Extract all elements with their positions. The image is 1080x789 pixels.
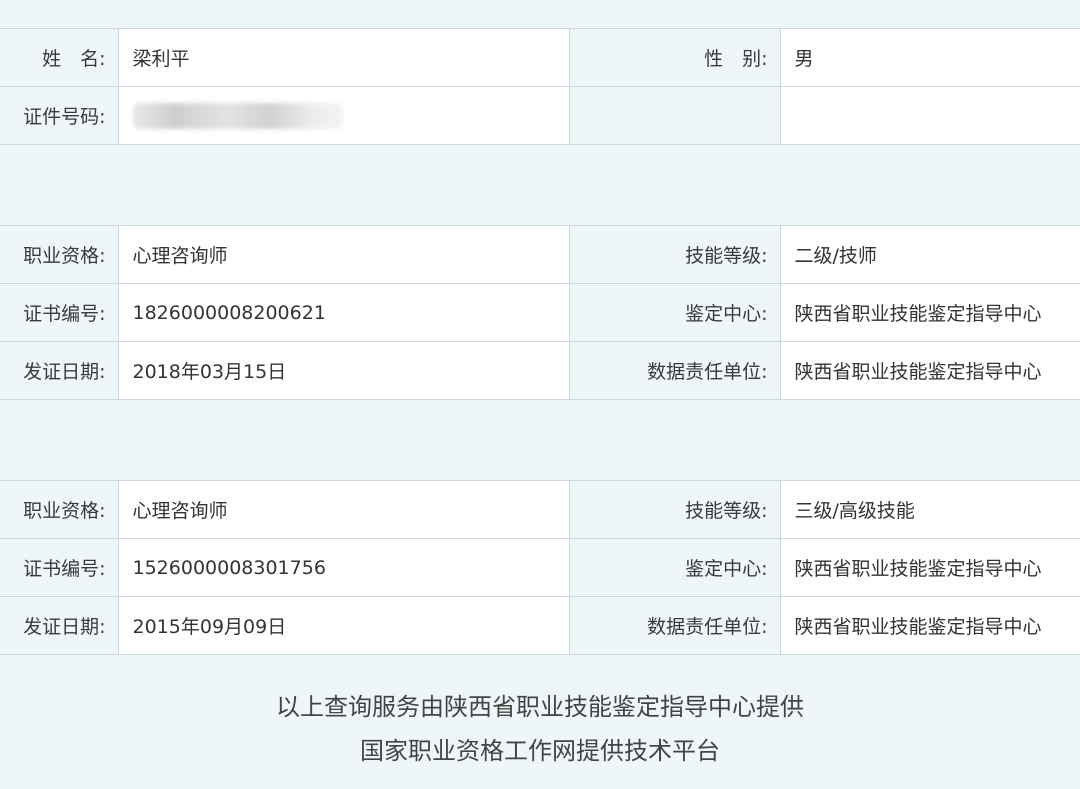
gender-label: 性 别: <box>568 28 781 87</box>
name-label: 姓 名: <box>0 28 119 87</box>
certificate-table-2: 职业资格: 心理咨询师 技能等级: 三级/高级技能 证书编号: 15260000… <box>0 480 1080 655</box>
top-spacer <box>0 0 1080 28</box>
skill-level-value: 三级/高级技能 <box>779 480 1080 539</box>
id-number-value <box>117 86 570 145</box>
footer-platform-text: 国家职业资格工作网提供技术平台 <box>360 737 720 765</box>
issue-date-label: 发证日期: <box>0 596 119 655</box>
issue-date-label: 发证日期: <box>0 341 119 400</box>
assessment-center-value: 陕西省职业技能鉴定指导中心 <box>779 283 1080 342</box>
assessment-center-label: 鉴定中心: <box>568 283 781 342</box>
assessment-center-value: 陕西省职业技能鉴定指导中心 <box>779 538 1080 597</box>
table-row: 职业资格: 心理咨询师 技能等级: 三级/高级技能 <box>0 480 1080 539</box>
personal-info-table: 姓 名: 梁利平 性 别: 男 证件号码: <box>0 28 1080 145</box>
name-value: 梁利平 <box>117 28 570 87</box>
qualification-value: 心理咨询师 <box>117 480 570 539</box>
issue-date-value: 2018年03月15日 <box>117 341 570 400</box>
certificate-table-1: 职业资格: 心理咨询师 技能等级: 二级/技师 证书编号: 1826000008… <box>0 225 1080 400</box>
certificate-number-value: 1526000008301756 <box>117 538 570 597</box>
table-row: 发证日期: 2015年09月09日 数据责任单位: 陕西省职业技能鉴定指导中心 <box>0 596 1080 655</box>
redacted-id-number <box>132 102 343 129</box>
certificate-number-value: 1826000008200621 <box>117 283 570 342</box>
responsible-unit-value: 陕西省职业技能鉴定指导中心 <box>779 341 1080 400</box>
table-row: 证件号码: <box>0 86 1080 145</box>
table-row: 证书编号: 1526000008301756 鉴定中心: 陕西省职业技能鉴定指导… <box>0 538 1080 597</box>
qualification-label: 职业资格: <box>0 480 119 539</box>
table-row: 发证日期: 2018年03月15日 数据责任单位: 陕西省职业技能鉴定指导中心 <box>0 341 1080 400</box>
skill-level-label: 技能等级: <box>568 480 781 539</box>
issue-date-value: 2015年09月09日 <box>117 596 570 655</box>
skill-level-label: 技能等级: <box>568 225 781 284</box>
gender-value: 男 <box>779 28 1080 87</box>
table-row: 职业资格: 心理咨询师 技能等级: 二级/技师 <box>0 225 1080 284</box>
responsible-unit-value: 陕西省职业技能鉴定指导中心 <box>779 596 1080 655</box>
id-number-label: 证件号码: <box>0 86 119 145</box>
footer: 以上查询服务由陕西省职业技能鉴定指导中心提供 国家职业资格工作网提供技术平台 <box>0 655 1080 773</box>
assessment-center-label: 鉴定中心: <box>568 538 781 597</box>
certificate-number-label: 证书编号: <box>0 283 119 342</box>
empty-cell <box>568 86 781 145</box>
table-row: 证书编号: 1826000008200621 鉴定中心: 陕西省职业技能鉴定指导… <box>0 283 1080 342</box>
qualification-value: 心理咨询师 <box>117 225 570 284</box>
skill-level-value: 二级/技师 <box>779 225 1080 284</box>
qualification-label: 职业资格: <box>0 225 119 284</box>
empty-cell <box>779 86 1080 145</box>
responsible-unit-label: 数据责任单位: <box>568 341 781 400</box>
responsible-unit-label: 数据责任单位: <box>568 596 781 655</box>
table-row: 姓 名: 梁利平 性 别: 男 <box>0 28 1080 87</box>
certificate-number-label: 证书编号: <box>0 538 119 597</box>
footer-provider-text: 以上查询服务由陕西省职业技能鉴定指导中心提供 <box>276 693 804 721</box>
